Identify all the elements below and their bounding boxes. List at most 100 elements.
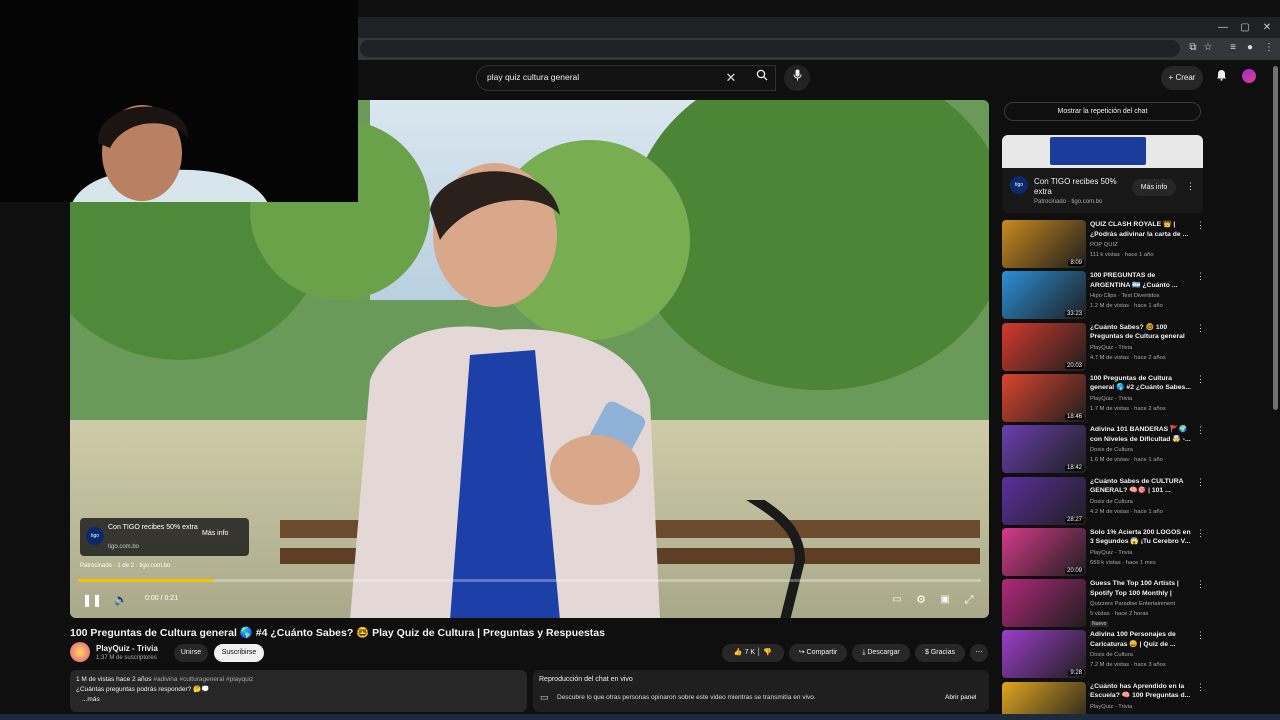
description-box[interactable]: 1 M de vistas hace 2 años #adivina #cult…	[70, 670, 527, 712]
sponsor-banner-image[interactable]	[1002, 135, 1203, 168]
video-thumbnail[interactable]: 9:28	[1002, 630, 1086, 679]
captions-icon[interactable]: ▭	[888, 590, 906, 610]
video-thumbnail[interactable]: 33:23	[1002, 271, 1086, 320]
menu-icon[interactable]: ⋮	[1262, 41, 1276, 55]
cast-icon[interactable]: ⧉	[1186, 41, 1200, 55]
close-icon[interactable]: ✕	[1256, 17, 1278, 38]
recommendation-item[interactable]: 9:28 Adivina 100 Personajes de Caricatura…	[1002, 630, 1217, 679]
recommendation-title[interactable]: ¿Cuánto has Aprendido en la Escuela? 🧠 1…	[1090, 682, 1192, 702]
recommendation-title[interactable]: Guess The Top 100 Artists | Spotify Top …	[1090, 579, 1192, 599]
video-thumbnail[interactable]: 18:46	[1002, 373, 1086, 422]
recommendation-channel[interactable]: Dosis de Cultura	[1090, 447, 1133, 453]
sponsor-more-info-button[interactable]: Más info	[1132, 179, 1176, 196]
recommendation-title[interactable]: QUIZ CLASH ROYALE 👑 | ¿Podrás adivinar l…	[1090, 220, 1192, 240]
recommendation-menu-icon[interactable]: ⋮	[1196, 271, 1205, 282]
recommendation-title[interactable]: Adivina 101 BANDERAS 🚩🌍 con Niveles de D…	[1090, 425, 1192, 445]
recommendation-item[interactable]: 8:09 QUIZ CLASH ROYALE 👑 | ¿Podrás adivin…	[1002, 220, 1217, 268]
recommendation-menu-icon[interactable]: ⋮	[1196, 630, 1205, 641]
like-thumb-icon[interactable]: 👍	[734, 649, 745, 656]
hashtags[interactable]: #adivina #culturageneral #playquiz	[153, 676, 253, 683]
clear-search-icon[interactable]: ✕	[723, 70, 739, 86]
recommendation-menu-icon[interactable]: ⋮	[1196, 323, 1205, 334]
video-thumbnail[interactable]	[1002, 579, 1086, 628]
volume-icon[interactable]: 🔈	[112, 590, 130, 610]
address-bar[interactable]	[360, 40, 1180, 57]
recommendation-title[interactable]: ¿Cuánto Sabes de CULTURA GENERAL? 🧠🎯 | 1…	[1090, 477, 1192, 497]
join-button[interactable]: Unirse	[174, 644, 208, 662]
sponsor-line: Patrocinado · tigo.com.bo	[1034, 199, 1103, 205]
video-thumbnail[interactable]: 20:03	[1002, 322, 1086, 371]
channel-avatar[interactable]	[70, 642, 90, 662]
page-scrollbar[interactable]	[1273, 66, 1278, 410]
recommendation-item[interactable]: 28:27 ¿Cuánto Sabes de CULTURA GENERAL? 🧠…	[1002, 476, 1217, 525]
recommendation-title[interactable]: 100 PREGUNTAS de ARGENTINA 🇦🇷 ¿Cuánto ..…	[1090, 271, 1192, 291]
recommendation-menu-icon[interactable]: ⋮	[1196, 374, 1205, 385]
recommendation-item[interactable]: 20:09 Solo 1% Acierta 200 LOGOS en 3 Segu…	[1002, 527, 1217, 576]
recommendation-channel[interactable]: Quizzers Paradise Entertainment	[1090, 601, 1175, 607]
recommendation-channel[interactable]: Dosis de Cultura	[1090, 499, 1133, 505]
download-button[interactable]: ⤓ Descargar	[852, 644, 910, 662]
video-thumbnail[interactable]: 18:42	[1002, 425, 1086, 474]
recommendation-menu-icon[interactable]: ⋮	[1196, 579, 1205, 590]
recommendation-title[interactable]: ¿Cuánto Sabes? 🤓 100 Preguntas de Cultur…	[1090, 323, 1192, 343]
recommendation-title[interactable]: 100 Preguntas de Cultura general 🌎 #2 ¿C…	[1090, 374, 1192, 394]
subscribe-button[interactable]: Suscribirse	[214, 644, 264, 662]
recommendation-item[interactable]: Guess The Top 100 Artists | Spotify Top …	[1002, 579, 1217, 628]
search-box[interactable]: play quiz cultura general ✕	[476, 65, 776, 91]
recommendation-title[interactable]: Solo 1% Acierta 200 LOGOS en 3 Segundos …	[1090, 528, 1192, 548]
video-duration: 20:09	[1064, 567, 1084, 574]
recommendation-channel[interactable]: PlayQuiz - Trivia	[1090, 345, 1132, 351]
search-icon[interactable]	[748, 65, 776, 91]
recommendation-channel[interactable]: POP QUIZ	[1090, 242, 1118, 248]
os-taskbar	[0, 714, 1280, 720]
recommendation-menu-icon[interactable]: ⋮	[1196, 682, 1205, 693]
recommendation-item[interactable]: 20:03 ¿Cuánto Sabes? 🤓 100 Preguntas de C…	[1002, 322, 1217, 371]
maximize-icon[interactable]: ▢	[1234, 17, 1256, 38]
channel-name[interactable]: PlayQuiz - Trivia	[96, 644, 158, 653]
account-avatar[interactable]	[1242, 69, 1256, 83]
bookmark-star-icon[interactable]: ☆	[1201, 41, 1215, 55]
show-chat-replay-button[interactable]: Mostrar la repetición del chat	[1004, 102, 1201, 121]
recommendation-channel[interactable]: Dosis de Cultura	[1090, 652, 1133, 658]
settings-gear-icon[interactable]: ⚙	[912, 590, 930, 610]
recommendation-item[interactable]: 33:23 100 PREGUNTAS de ARGENTINA 🇦🇷 ¿Cuán…	[1002, 271, 1217, 320]
like-count[interactable]: 7 K	[745, 649, 756, 656]
miniplayer-icon[interactable]: ▣	[936, 590, 954, 610]
thanks-button[interactable]: $ Gracias	[915, 644, 965, 662]
share-button[interactable]: ↪ Compartir	[789, 644, 847, 662]
show-more-link[interactable]: ...más	[76, 695, 521, 705]
sponsored-card[interactable]: tigo Con TIGO recibes 50% extra Patrocin…	[1002, 135, 1203, 213]
fullscreen-icon[interactable]: ⤢	[960, 590, 978, 610]
search-input[interactable]: play quiz cultura general	[487, 72, 579, 82]
extensions-icon[interactable]: ≡	[1226, 41, 1240, 55]
recommendation-title[interactable]: Adivina 100 Personajes de Caricaturas 😄 …	[1090, 630, 1192, 650]
recommendation-menu-icon[interactable]: ⋮	[1196, 477, 1205, 488]
recommendation-item[interactable]: 18:46 100 Preguntas de Cultura general 🌎 …	[1002, 373, 1217, 422]
more-actions-icon[interactable]: ⋯	[970, 644, 988, 662]
pause-icon[interactable]: ❚❚	[82, 590, 102, 610]
ad-overlay-card[interactable]: tigo Con TIGO recibes 50% extra tigo.com…	[80, 518, 249, 556]
progress-bar[interactable]	[78, 579, 981, 582]
recommendation-menu-icon[interactable]: ⋮	[1196, 425, 1205, 436]
video-thumbnail[interactable]: 8:09	[1002, 220, 1086, 268]
video-thumbnail[interactable]: 28:27	[1002, 476, 1086, 525]
recommendation-channel[interactable]: PlayQuiz - Trivia	[1090, 550, 1132, 556]
recommendation-channel[interactable]: Hipo Clips · Test Divertidos	[1090, 293, 1159, 299]
recommendation-channel[interactable]: PlayQuiz - Trivia	[1090, 704, 1132, 710]
recommendation-menu-icon[interactable]: ⋮	[1196, 528, 1205, 539]
video-thumbnail[interactable]: 20:09	[1002, 527, 1086, 576]
description-line: ¿Cuántas preguntas podrás responder? 🤔💭	[76, 686, 210, 693]
profile-icon[interactable]: ●	[1243, 41, 1257, 55]
ad-more-info-button[interactable]: Más info	[202, 530, 228, 537]
open-panel-button[interactable]: Abrir panel	[945, 694, 976, 701]
recommendation-menu-icon[interactable]: ⋮	[1196, 220, 1205, 231]
recommendation-channel[interactable]: PlayQuiz - Trivia	[1090, 396, 1132, 402]
sponsor-menu-icon[interactable]: ⋮	[1186, 181, 1195, 192]
notifications-bell-icon[interactable]	[1213, 67, 1229, 87]
minimize-icon[interactable]: —	[1212, 17, 1234, 38]
dislike-thumb-icon[interactable]: │ 👎	[755, 649, 772, 656]
create-button[interactable]: + Crear	[1161, 66, 1203, 90]
microphone-icon[interactable]	[784, 65, 810, 91]
recommendation-item[interactable]: 18:42 Adivina 101 BANDERAS 🚩🌍 con Niveles…	[1002, 425, 1217, 474]
thanks-label: Gracias	[930, 649, 955, 656]
